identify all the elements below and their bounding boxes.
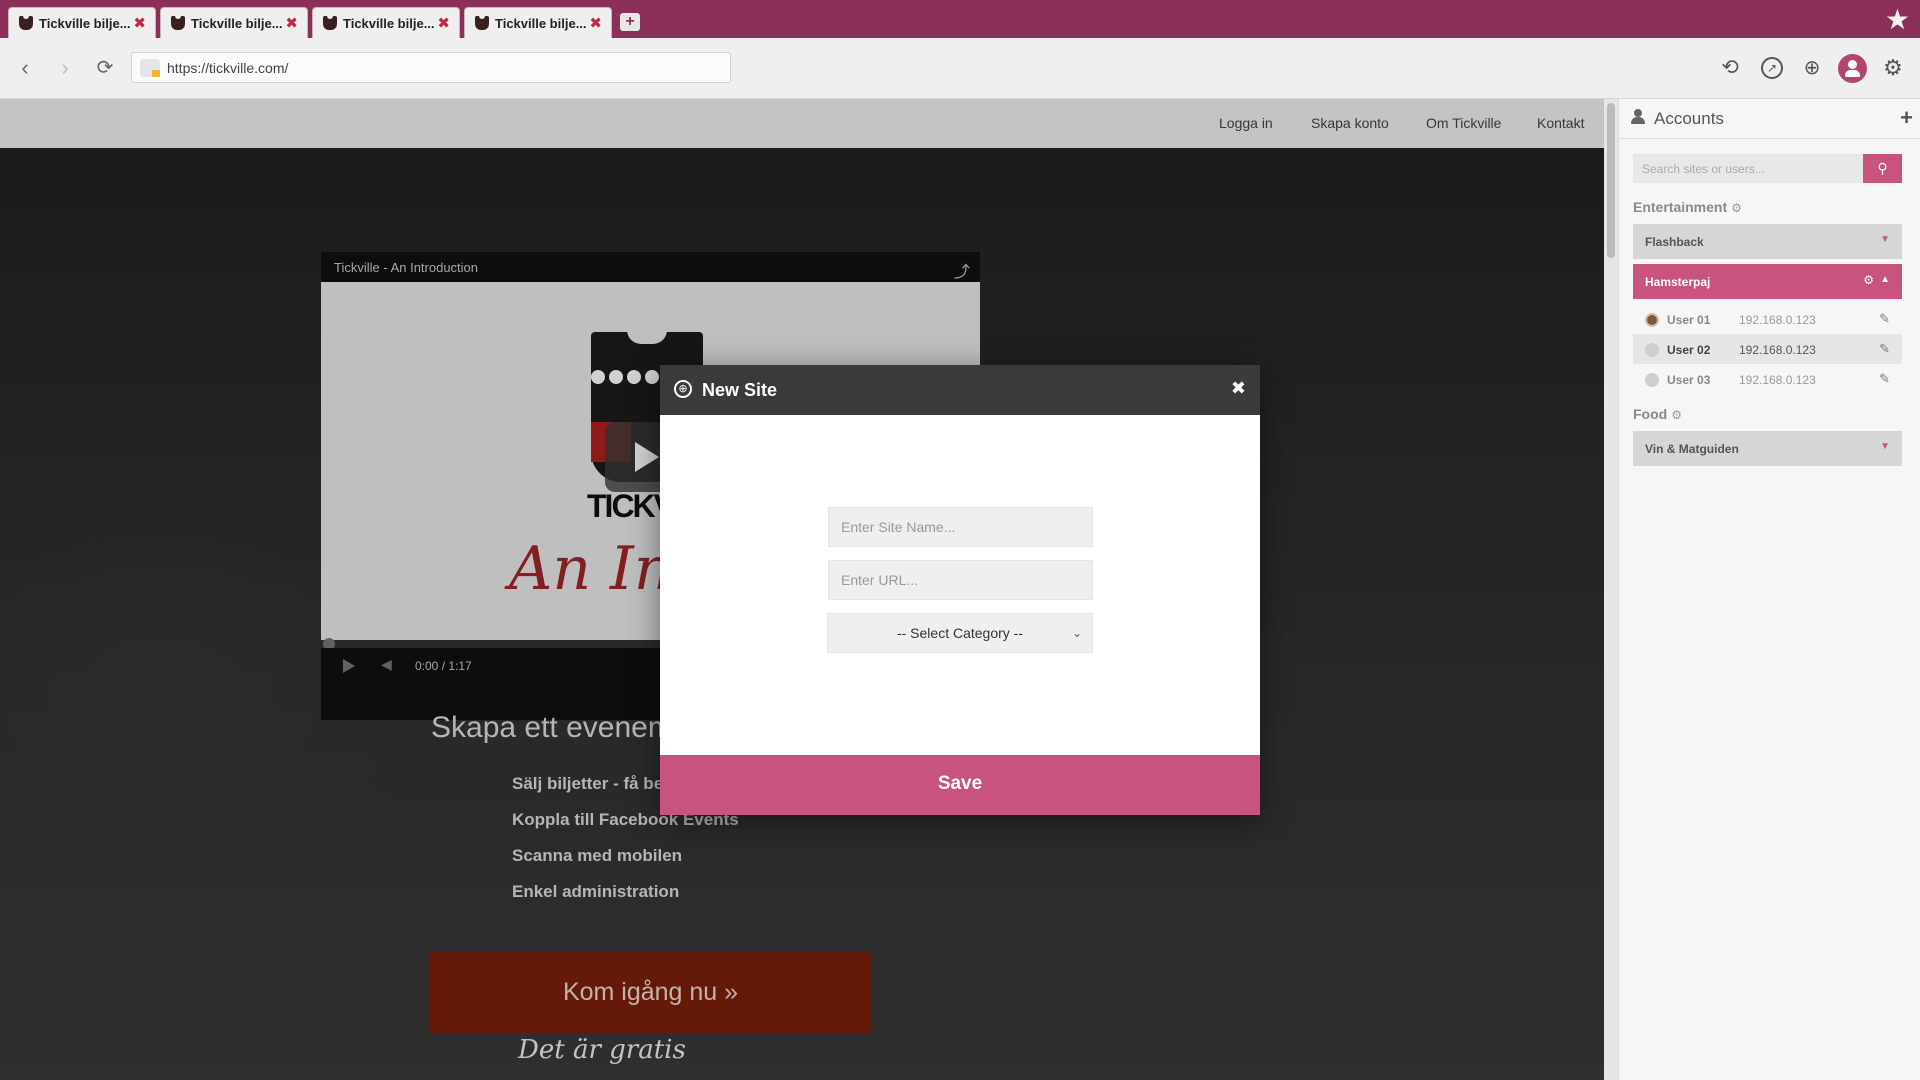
user-ip: 192.168.0.123 <box>1739 373 1816 387</box>
back-arrow-icon[interactable]: ‹ <box>12 55 38 81</box>
url-text: https://tickville.com/ <box>167 60 289 76</box>
modal-title: New Site <box>702 380 778 400</box>
browser-tab[interactable]: Tickville bilje... ✖ <box>312 7 460 38</box>
chevron-up-icon[interactable]: ▲ <box>1880 274 1890 285</box>
chevron-down-icon[interactable]: ▼ <box>1880 234 1890 245</box>
tab-label: Tickville bilje... <box>191 16 283 31</box>
site-item-hamsterpaj[interactable]: Hamsterpaj ⚙ ▲ <box>1633 264 1902 299</box>
close-tab-icon[interactable]: ✖ <box>133 14 146 32</box>
url-input[interactable] <box>828 560 1093 600</box>
site-item-flashback[interactable]: Flashback ▼ <box>1633 224 1902 259</box>
accounts-header: Accounts + <box>1619 99 1920 139</box>
user-icon <box>1631 109 1645 124</box>
chevron-down-icon[interactable]: ▼ <box>1880 441 1890 452</box>
tickville-favicon-icon <box>19 16 33 30</box>
edit-icon[interactable]: ✎ <box>1879 311 1890 327</box>
site-name-input[interactable] <box>828 507 1093 547</box>
group-label-entertainment: Entertainment ⚙ <box>1633 199 1742 215</box>
close-tab-icon[interactable]: ✖ <box>285 14 298 32</box>
accounts-title: Accounts <box>1654 109 1724 128</box>
user-row[interactable]: User 03 192.168.0.123 ✎ <box>1633 364 1902 394</box>
user-ip: 192.168.0.123 <box>1739 313 1816 327</box>
address-bar[interactable]: https://tickville.com/ <box>131 52 731 83</box>
browser-tab[interactable]: Tickville bilje... ✖ <box>464 7 612 38</box>
group-label-text: Entertainment <box>1633 199 1728 215</box>
category-select-value: -- Select Category -- <box>896 625 1024 641</box>
edit-icon[interactable]: ✎ <box>1879 371 1890 387</box>
compass-icon[interactable]: ↗ <box>1761 57 1783 79</box>
add-icon[interactable]: + <box>1900 105 1913 131</box>
page-scrollbar[interactable] <box>1604 99 1618 1080</box>
close-tab-icon[interactable]: ✖ <box>437 14 450 32</box>
tab-bar: Tickville bilje... ✖ Tickville bilje... … <box>0 0 1920 38</box>
avatar <box>1645 373 1659 387</box>
user-name: User 03 <box>1667 373 1711 387</box>
scrollbar-thumb[interactable] <box>1607 103 1615 258</box>
gear-icon[interactable]: ⚙ <box>1671 408 1682 422</box>
site-name: Vin & Matguiden <box>1645 442 1739 456</box>
tab-label: Tickville bilje... <box>39 16 131 31</box>
user-ip: 192.168.0.123 <box>1739 343 1816 357</box>
tab-label: Tickville bilje... <box>343 16 435 31</box>
new-tab-button[interactable]: + <box>620 13 640 31</box>
browser-tab[interactable]: Tickville bilje... ✖ <box>8 7 156 38</box>
search-input[interactable] <box>1633 154 1863 183</box>
settings-gear-icon[interactable]: ⚙ <box>1879 54 1907 82</box>
site-item-vin-matguiden[interactable]: Vin & Matguiden ▼ <box>1633 431 1902 466</box>
history-icon[interactable]: ⟲ <box>1716 54 1744 82</box>
close-tab-icon[interactable]: ✖ <box>589 14 602 32</box>
gear-icon[interactable]: ⚙ <box>1863 273 1874 287</box>
browser-toolbar: ‹ › ⟳ https://tickville.com/ ⟲ ↗ ⊕ ⚙ <box>0 38 1920 99</box>
avatar <box>1645 313 1659 327</box>
edit-icon[interactable]: ✎ <box>1879 341 1890 357</box>
group-label-text: Food <box>1633 406 1668 422</box>
bookmark-star-icon[interactable]: ★ <box>1885 6 1910 34</box>
browser-tab[interactable]: Tickville bilje... ✖ <box>160 7 308 38</box>
globe-icon: ⊕ <box>674 380 692 398</box>
site-name: Hamsterpaj <box>1645 275 1711 289</box>
search-icon: ⚲ <box>1877 160 1888 176</box>
site-name: Flashback <box>1645 235 1704 249</box>
user-row[interactable]: User 01 192.168.0.123 ✎ <box>1633 304 1902 334</box>
save-button[interactable]: Save <box>660 755 1260 815</box>
user-name: User 01 <box>1667 313 1711 327</box>
tab-label: Tickville bilje... <box>495 16 587 31</box>
category-select[interactable]: -- Select Category -- ⌄ <box>827 613 1093 653</box>
profile-icon[interactable] <box>1838 54 1867 83</box>
tickville-favicon-icon <box>171 16 185 30</box>
avatar <box>1645 343 1659 357</box>
gear-icon[interactable]: ⚙ <box>1731 201 1742 215</box>
new-site-modal: ⊕ New Site ✖ -- Select Category -- ⌄ Sav… <box>660 365 1260 815</box>
user-row[interactable]: User 02 192.168.0.123 ✎ <box>1633 334 1902 364</box>
accounts-sidebar: Accounts + ⚲ Entertainment⚙ Flashback ▼ … <box>1618 99 1920 1080</box>
close-icon[interactable]: ✖ <box>1231 378 1246 399</box>
reload-icon[interactable]: ⟳ <box>92 55 118 81</box>
user-name: User 02 <box>1667 343 1711 357</box>
globe-icon[interactable]: ⊕ <box>1798 54 1826 82</box>
forward-arrow-icon[interactable]: › <box>52 55 78 81</box>
search-button[interactable]: ⚲ <box>1863 154 1902 183</box>
tickville-favicon-icon <box>475 16 489 30</box>
modal-header: ⊕ New Site ✖ <box>660 365 1260 415</box>
site-security-icon <box>140 59 160 77</box>
chevron-down-icon: ⌄ <box>1071 626 1082 640</box>
tickville-favicon-icon <box>323 16 337 30</box>
group-label-food: Food ⚙ <box>1633 406 1682 422</box>
